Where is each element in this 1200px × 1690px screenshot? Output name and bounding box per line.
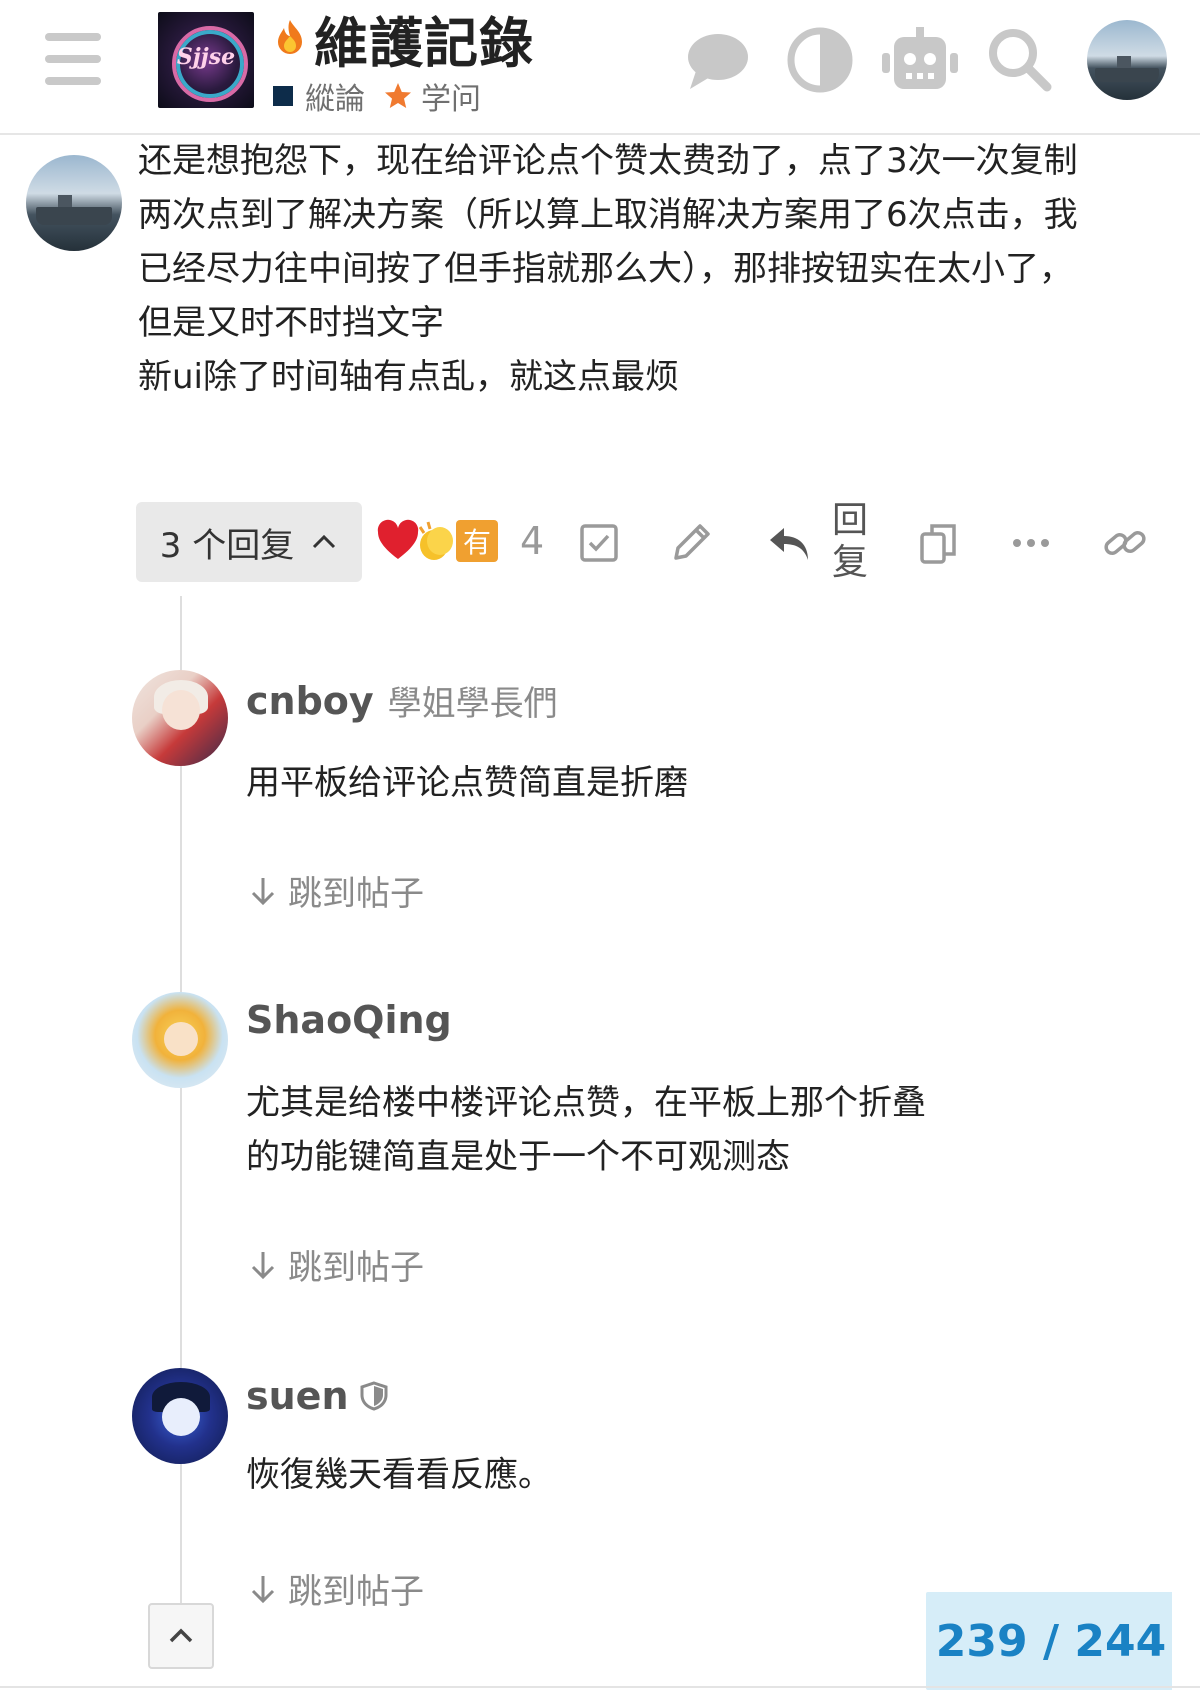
timeline-progress-button[interactable]: 239 / 244: [926, 1592, 1176, 1690]
shield-icon: [360, 1381, 387, 1411]
robot-icon[interactable]: [880, 25, 960, 95]
jump-to-post-label: 跳到帖子: [288, 1572, 424, 1612]
reply-text: 用平板给评论点赞简直是折磨: [246, 756, 1006, 810]
solution-checkbox-icon[interactable]: [576, 520, 622, 566]
theme-toggle-icon[interactable]: [785, 25, 855, 95]
post-line: 已经尽力往中间按了但手指就那么大），那排按钮实在太小了，: [138, 249, 1073, 289]
post-line: 新ui除了时间轴有点乱，就这点最烦: [138, 357, 679, 397]
chat-icon[interactable]: [682, 25, 752, 95]
jump-to-post-link[interactable]: 跳到帖子: [246, 1240, 424, 1289]
reply-text-line: 的功能键简直是处于一个不可观测态: [246, 1137, 790, 1177]
progress-edge: [1172, 1592, 1176, 1690]
reply-icon[interactable]: [766, 520, 812, 566]
reaction-count[interactable]: 4: [520, 519, 544, 563]
clap-icon[interactable]: [414, 519, 458, 563]
search-icon[interactable]: [985, 25, 1055, 95]
topic-title[interactable]: 維護記錄: [314, 0, 534, 78]
jump-to-post-link[interactable]: 跳到帖子: [246, 866, 424, 915]
reply-text-line: 尤其是给楼中楼评论点赞，在平板上那个折叠: [246, 1083, 926, 1123]
reply-author[interactable]: suen: [246, 1374, 389, 1418]
jump-to-post-label: 跳到帖子: [288, 1248, 424, 1288]
reaction-you-badge: 有: [456, 520, 498, 562]
star-icon: [385, 83, 411, 108]
jump-to-post-label: 跳到帖子: [288, 874, 424, 914]
post-line: 两次点到了解决方案（所以算上取消解决方案用了6次点击，我: [138, 195, 1078, 235]
fire-icon: [278, 20, 302, 54]
jump-to-post-link[interactable]: 跳到帖子: [246, 1564, 424, 1613]
reply-avatar[interactable]: [132, 1368, 228, 1464]
reply-text: 尤其是给楼中楼评论点赞，在平板上那个折叠 的功能键简直是处于一个不可观测态: [246, 1076, 1006, 1184]
post-line: 还是想抱怨下，现在给评论点个赞太费劲了，点了3次一次复制: [138, 141, 1078, 181]
reply-text-line: 恢復幾天看看反應。: [246, 1455, 552, 1495]
reply-username[interactable]: ShaoQing: [246, 998, 452, 1042]
category-breadcrumb: 縱論 学问: [273, 74, 481, 118]
topic-title-wrap[interactable]: 維護記錄: [270, 6, 534, 75]
topic-header: Sjjse 維護記錄 縱論 学问: [0, 0, 1200, 135]
reply-username[interactable]: suen: [246, 1374, 349, 1418]
reply-user-title: 學姐學長們: [387, 684, 558, 724]
post-actions: 3 个回复 有 4 回复: [136, 500, 1176, 584]
more-icon[interactable]: [1008, 520, 1054, 566]
edit-icon[interactable]: [668, 520, 714, 566]
bottom-divider: [0, 1686, 1200, 1688]
reply-username[interactable]: cnboy: [246, 679, 374, 723]
reply-label[interactable]: 回复: [828, 500, 872, 584]
subcategory-link[interactable]: 学问: [421, 74, 481, 118]
replies-toggle-button[interactable]: 3 个回复: [136, 502, 362, 582]
copy-icon[interactable]: [916, 520, 962, 566]
link-icon[interactable]: [1102, 520, 1148, 566]
reply-avatar[interactable]: [132, 992, 228, 1088]
arrow-down-icon: [251, 877, 275, 905]
post-author-avatar[interactable]: [26, 155, 122, 251]
replies-count-label: 3 个回复: [159, 525, 295, 566]
scroll-to-top-button[interactable]: [148, 1603, 214, 1669]
post-body: 还是想抱怨下，现在给评论点个赞太费劲了，点了3次一次复制 两次点到了解决方案（所…: [138, 134, 1138, 404]
site-logo[interactable]: Sjjse: [158, 12, 254, 108]
category-link[interactable]: 縱論: [305, 74, 365, 118]
arrow-down-icon: [251, 1575, 275, 1603]
arrow-down-icon: [251, 1251, 275, 1279]
menu-icon[interactable]: [45, 33, 101, 85]
post-line: 但是又时不时挡文字: [138, 303, 444, 343]
reply-avatar[interactable]: [132, 670, 228, 766]
reply-author[interactable]: ShaoQing: [246, 998, 452, 1042]
category-square-icon: [273, 86, 293, 106]
user-avatar[interactable]: [1087, 20, 1167, 100]
reply-text: 恢復幾天看看反應。: [246, 1448, 1006, 1502]
reactions[interactable]: 有 4: [376, 516, 544, 566]
reply-text-line: 用平板给评论点赞简直是折磨: [246, 763, 688, 803]
reply-author[interactable]: cnboy 學姐學長們: [246, 676, 558, 725]
chevron-up-icon: [313, 534, 336, 549]
chevron-up-icon: [169, 1628, 193, 1643]
